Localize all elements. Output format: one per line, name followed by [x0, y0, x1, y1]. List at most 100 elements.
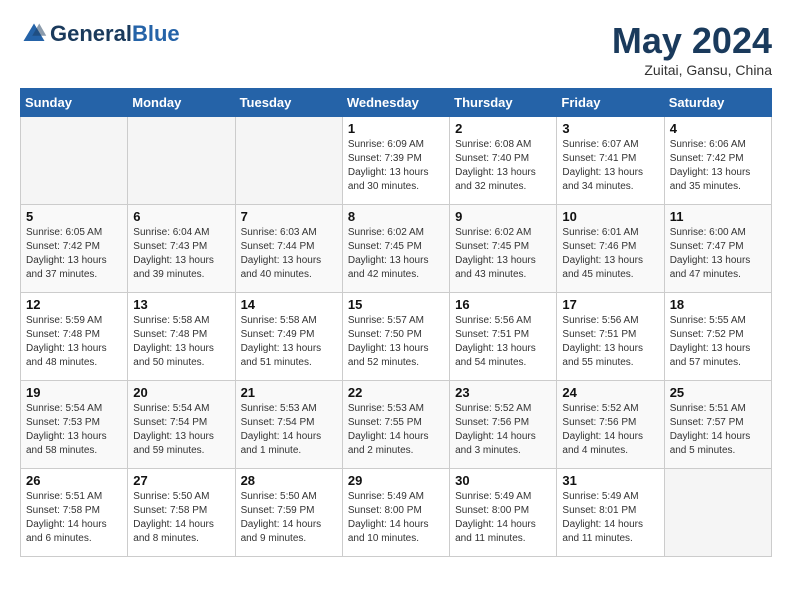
- day-info: Sunrise: 6:02 AM Sunset: 7:45 PM Dayligh…: [348, 226, 444, 282]
- day-info: Sunrise: 5:57 AM Sunset: 7:50 PM Dayligh…: [348, 314, 444, 370]
- weekday-header-sunday: Sunday: [21, 89, 128, 117]
- weekday-header-tuesday: Tuesday: [235, 89, 342, 117]
- logo-icon: [20, 20, 48, 48]
- weekday-header-wednesday: Wednesday: [342, 89, 449, 117]
- day-number: 23: [455, 385, 551, 400]
- weekday-header-row: SundayMondayTuesdayWednesdayThursdayFrid…: [21, 89, 772, 117]
- calendar-cell: 27 Sunrise: 5:50 AM Sunset: 7:58 PM Dayli…: [128, 469, 235, 557]
- calendar-cell: [664, 469, 771, 557]
- day-info: Sunrise: 6:00 AM Sunset: 7:47 PM Dayligh…: [670, 226, 766, 282]
- day-number: 7: [241, 209, 337, 224]
- weekday-header-saturday: Saturday: [664, 89, 771, 117]
- title-block: May 2024 Zuitai, Gansu, China: [612, 20, 772, 78]
- header: GeneralBlue May 2024 Zuitai, Gansu, Chin…: [20, 20, 772, 78]
- calendar-cell: [21, 117, 128, 205]
- calendar-cell: 4 Sunrise: 6:06 AM Sunset: 7:42 PM Daylig…: [664, 117, 771, 205]
- day-number: 27: [133, 473, 229, 488]
- calendar-cell: 23 Sunrise: 5:52 AM Sunset: 7:56 PM Dayli…: [450, 381, 557, 469]
- calendar-cell: 17Sunrise: 5:56 AM Sunset: 7:51 PM Dayli…: [557, 293, 664, 381]
- day-number: 30: [455, 473, 551, 488]
- day-info: Sunrise: 5:52 AM Sunset: 7:56 PM Dayligh…: [455, 402, 551, 458]
- day-number: 26: [26, 473, 122, 488]
- day-number: 22: [348, 385, 444, 400]
- calendar-cell: 13 Sunrise: 5:58 AM Sunset: 7:48 PM Dayli…: [128, 293, 235, 381]
- calendar-cell: 19 Sunrise: 5:54 AM Sunset: 7:53 PM Dayli…: [21, 381, 128, 469]
- calendar-cell: 21 Sunrise: 5:53 AM Sunset: 7:54 PM Dayli…: [235, 381, 342, 469]
- day-info: Sunrise: 5:51 AM Sunset: 7:58 PM Dayligh…: [26, 490, 122, 546]
- calendar-cell: 3 Sunrise: 6:07 AM Sunset: 7:41 PM Daylig…: [557, 117, 664, 205]
- calendar-cell: 22 Sunrise: 5:53 AM Sunset: 7:55 PM Dayli…: [342, 381, 449, 469]
- day-info: Sunrise: 5:52 AM Sunset: 7:56 PM Dayligh…: [562, 402, 658, 458]
- calendar-cell: 24 Sunrise: 5:52 AM Sunset: 7:56 PM Dayli…: [557, 381, 664, 469]
- calendar-cell: 7 Sunrise: 6:03 AM Sunset: 7:44 PM Daylig…: [235, 205, 342, 293]
- logo-blue-text: Blue: [132, 21, 180, 47]
- day-info: Sunrise: 6:08 AM Sunset: 7:40 PM Dayligh…: [455, 138, 551, 194]
- calendar-week-5: 26 Sunrise: 5:51 AM Sunset: 7:58 PM Dayli…: [21, 469, 772, 557]
- day-info: Sunrise: 5:49 AM Sunset: 8:00 PM Dayligh…: [348, 490, 444, 546]
- calendar-cell: 1Sunrise: 6:09 AM Sunset: 7:39 PM Daylig…: [342, 117, 449, 205]
- day-info: Sunrise: 5:54 AM Sunset: 7:54 PM Dayligh…: [133, 402, 229, 458]
- day-info: Sunrise: 5:58 AM Sunset: 7:49 PM Dayligh…: [241, 314, 337, 370]
- calendar-cell: 20 Sunrise: 5:54 AM Sunset: 7:54 PM Dayli…: [128, 381, 235, 469]
- calendar-cell: 18 Sunrise: 5:55 AM Sunset: 7:52 PM Dayli…: [664, 293, 771, 381]
- day-info: Sunrise: 5:49 AM Sunset: 8:00 PM Dayligh…: [455, 490, 551, 546]
- day-number: 1: [348, 121, 444, 136]
- day-info: Sunrise: 5:50 AM Sunset: 7:59 PM Dayligh…: [241, 490, 337, 546]
- day-number: 24: [562, 385, 658, 400]
- calendar-cell: 12 Sunrise: 5:59 AM Sunset: 7:48 PM Dayli…: [21, 293, 128, 381]
- calendar-cell: 9Sunrise: 6:02 AM Sunset: 7:45 PM Daylig…: [450, 205, 557, 293]
- calendar-week-4: 19 Sunrise: 5:54 AM Sunset: 7:53 PM Dayli…: [21, 381, 772, 469]
- weekday-header-friday: Friday: [557, 89, 664, 117]
- calendar-cell: 29 Sunrise: 5:49 AM Sunset: 8:00 PM Dayli…: [342, 469, 449, 557]
- day-info: Sunrise: 5:49 AM Sunset: 8:01 PM Dayligh…: [562, 490, 658, 546]
- day-info: Sunrise: 5:59 AM Sunset: 7:48 PM Dayligh…: [26, 314, 122, 370]
- day-number: 5: [26, 209, 122, 224]
- day-number: 29: [348, 473, 444, 488]
- calendar-cell: 30 Sunrise: 5:49 AM Sunset: 8:00 PM Dayli…: [450, 469, 557, 557]
- day-info: Sunrise: 6:04 AM Sunset: 7:43 PM Dayligh…: [133, 226, 229, 282]
- day-number: 19: [26, 385, 122, 400]
- day-info: Sunrise: 6:01 AM Sunset: 7:46 PM Dayligh…: [562, 226, 658, 282]
- day-number: 3: [562, 121, 658, 136]
- day-number: 21: [241, 385, 337, 400]
- logo: GeneralBlue: [20, 20, 180, 48]
- day-number: 16: [455, 297, 551, 312]
- logo-general: General: [50, 21, 132, 47]
- day-info: Sunrise: 5:53 AM Sunset: 7:55 PM Dayligh…: [348, 402, 444, 458]
- day-info: Sunrise: 5:53 AM Sunset: 7:54 PM Dayligh…: [241, 402, 337, 458]
- calendar-cell: 11Sunrise: 6:00 AM Sunset: 7:47 PM Dayli…: [664, 205, 771, 293]
- day-number: 18: [670, 297, 766, 312]
- day-info: Sunrise: 5:51 AM Sunset: 7:57 PM Dayligh…: [670, 402, 766, 458]
- day-info: Sunrise: 5:50 AM Sunset: 7:58 PM Dayligh…: [133, 490, 229, 546]
- day-number: 12: [26, 297, 122, 312]
- day-number: 2: [455, 121, 551, 136]
- calendar-cell: 16 Sunrise: 5:56 AM Sunset: 7:51 PM Dayli…: [450, 293, 557, 381]
- day-number: 10: [562, 209, 658, 224]
- calendar-cell: [235, 117, 342, 205]
- day-info: Sunrise: 5:58 AM Sunset: 7:48 PM Dayligh…: [133, 314, 229, 370]
- day-number: 20: [133, 385, 229, 400]
- day-number: 4: [670, 121, 766, 136]
- calendar-cell: 6 Sunrise: 6:04 AM Sunset: 7:43 PM Daylig…: [128, 205, 235, 293]
- calendar-cell: 5 Sunrise: 6:05 AM Sunset: 7:42 PM Daylig…: [21, 205, 128, 293]
- day-number: 17: [562, 297, 658, 312]
- day-number: 8: [348, 209, 444, 224]
- day-info: Sunrise: 5:54 AM Sunset: 7:53 PM Dayligh…: [26, 402, 122, 458]
- day-info: Sunrise: 6:05 AM Sunset: 7:42 PM Dayligh…: [26, 226, 122, 282]
- day-info: Sunrise: 5:55 AM Sunset: 7:52 PM Dayligh…: [670, 314, 766, 370]
- day-number: 31: [562, 473, 658, 488]
- day-number: 6: [133, 209, 229, 224]
- calendar-cell: 31 Sunrise: 5:49 AM Sunset: 8:01 PM Dayli…: [557, 469, 664, 557]
- day-number: 28: [241, 473, 337, 488]
- calendar-cell: 28 Sunrise: 5:50 AM Sunset: 7:59 PM Dayli…: [235, 469, 342, 557]
- weekday-header-thursday: Thursday: [450, 89, 557, 117]
- calendar-cell: 26 Sunrise: 5:51 AM Sunset: 7:58 PM Dayli…: [21, 469, 128, 557]
- day-number: 14: [241, 297, 337, 312]
- day-info: Sunrise: 5:56 AM Sunset: 7:51 PM Dayligh…: [455, 314, 551, 370]
- day-info: Sunrise: 6:07 AM Sunset: 7:41 PM Dayligh…: [562, 138, 658, 194]
- day-info: Sunrise: 6:06 AM Sunset: 7:42 PM Dayligh…: [670, 138, 766, 194]
- day-number: 13: [133, 297, 229, 312]
- calendar-cell: [128, 117, 235, 205]
- calendar-cell: 8 Sunrise: 6:02 AM Sunset: 7:45 PM Daylig…: [342, 205, 449, 293]
- day-info: Sunrise: 6:03 AM Sunset: 7:44 PM Dayligh…: [241, 226, 337, 282]
